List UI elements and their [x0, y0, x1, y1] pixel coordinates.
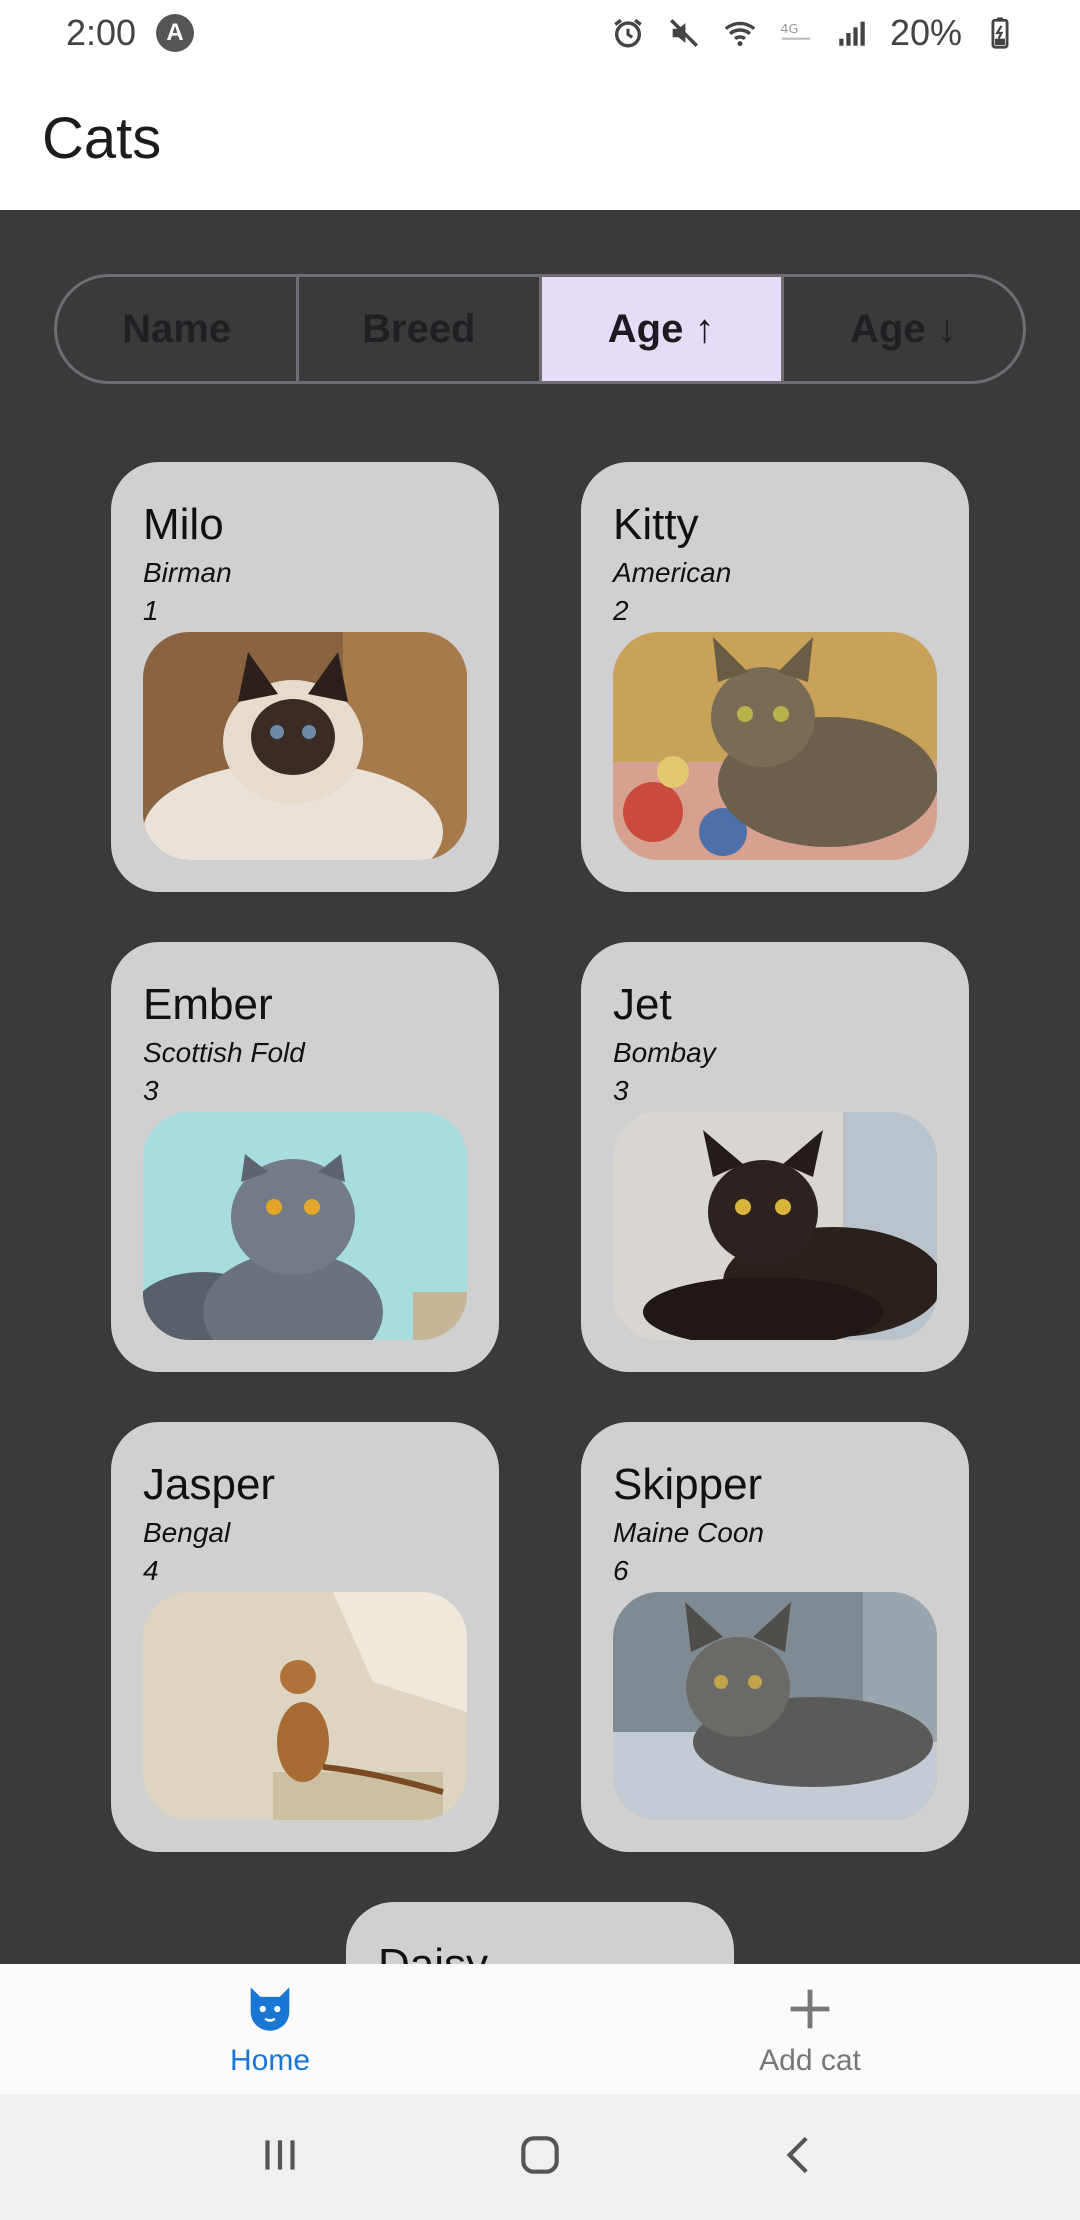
- cat-breed: Birman: [143, 557, 232, 588]
- bottom-navigation: Home Add cat: [0, 1964, 1080, 2094]
- mute-icon: [666, 15, 702, 51]
- wifi-icon: [722, 15, 758, 51]
- cat-age: 3: [143, 1075, 159, 1106]
- cat-card-ember[interactable]: Ember Scottish Fold 3: [111, 942, 499, 1372]
- plus-icon: [781, 1980, 839, 2038]
- status-time: 2:00: [66, 12, 137, 53]
- page-title: Cats: [42, 105, 162, 171]
- cat-age: 3: [613, 1075, 629, 1106]
- cat-name: Kitty: [613, 500, 699, 549]
- signal-icon: [834, 15, 870, 51]
- cat-breed: Scottish Fold: [143, 1037, 305, 1068]
- cat-age: 6: [613, 1555, 629, 1586]
- system-navigation-bar: [0, 2094, 1080, 2220]
- cat-name: Jet: [613, 980, 672, 1029]
- nav-add-cat-label: Add cat: [759, 2044, 861, 2077]
- cat-age: 2: [613, 595, 629, 626]
- recent-apps-icon[interactable]: [255, 2130, 305, 2185]
- nav-home-tab[interactable]: Home: [0, 1964, 540, 2094]
- nav-add-cat-tab[interactable]: Add cat: [540, 1964, 1080, 2094]
- cat-photo: [143, 1112, 467, 1340]
- cat-card-daisy[interactable]: Daisy: [346, 1902, 734, 1964]
- sort-by-age-descending-button[interactable]: Age ↓: [784, 277, 1023, 381]
- sort-segmented-control: Name Breed Age ↑ Age ↓: [54, 274, 1026, 384]
- cat-name: Skipper: [613, 1460, 763, 1509]
- sort-by-breed-button[interactable]: Breed: [299, 277, 542, 381]
- cat-list-screen[interactable]: Name Breed Age ↑ Age ↓ Milo Birman 1 Kit…: [0, 210, 1080, 1964]
- cat-card-kitty[interactable]: Kitty American 2: [581, 462, 969, 892]
- cat-photo: [613, 1112, 937, 1340]
- cat-age: 4: [143, 1555, 159, 1586]
- cat-card-jet[interactable]: Jet Bombay 3: [581, 942, 969, 1372]
- cat-breed: American: [613, 557, 732, 588]
- cat-face-icon: [241, 1980, 299, 2038]
- battery-charging-icon: [982, 15, 1018, 51]
- alarm-icon: [610, 15, 646, 51]
- cat-name: Ember: [143, 980, 273, 1029]
- cat-photo: [613, 632, 937, 860]
- svg-text:4G: 4G: [780, 22, 798, 37]
- network-type-icon: 4G: [778, 15, 814, 51]
- cat-breed: Bombay: [613, 1037, 716, 1068]
- cat-breed: Bengal: [143, 1517, 231, 1548]
- cat-age: 1: [143, 595, 159, 626]
- cat-photo: [143, 632, 467, 860]
- back-icon[interactable]: [775, 2130, 825, 2185]
- cat-card-milo[interactable]: Milo Birman 1: [111, 462, 499, 892]
- cat-card-jasper[interactable]: Jasper Bengal 4: [111, 1422, 499, 1852]
- battery-percent: 20%: [889, 12, 962, 53]
- cat-name: Milo: [143, 500, 224, 549]
- home-button-icon[interactable]: [515, 2130, 565, 2185]
- cat-breed: Maine Coon: [613, 1517, 764, 1548]
- cat-name: Daisy: [378, 1936, 702, 1964]
- cat-card-skipper[interactable]: Skipper Maine Coon 6: [581, 1422, 969, 1852]
- nav-home-label: Home: [229, 2044, 311, 2077]
- notification-app-icon: A: [156, 14, 195, 52]
- app-bar: Cats: [0, 66, 1080, 210]
- cat-photo: [613, 1592, 937, 1820]
- sort-by-age-ascending-button[interactable]: Age ↑: [541, 277, 784, 381]
- cat-name: Jasper: [143, 1460, 276, 1509]
- cat-photo: [143, 1592, 467, 1820]
- status-bar: 2:00 A 4G 20%: [0, 0, 1080, 66]
- sort-by-name-button[interactable]: Name: [57, 277, 300, 381]
